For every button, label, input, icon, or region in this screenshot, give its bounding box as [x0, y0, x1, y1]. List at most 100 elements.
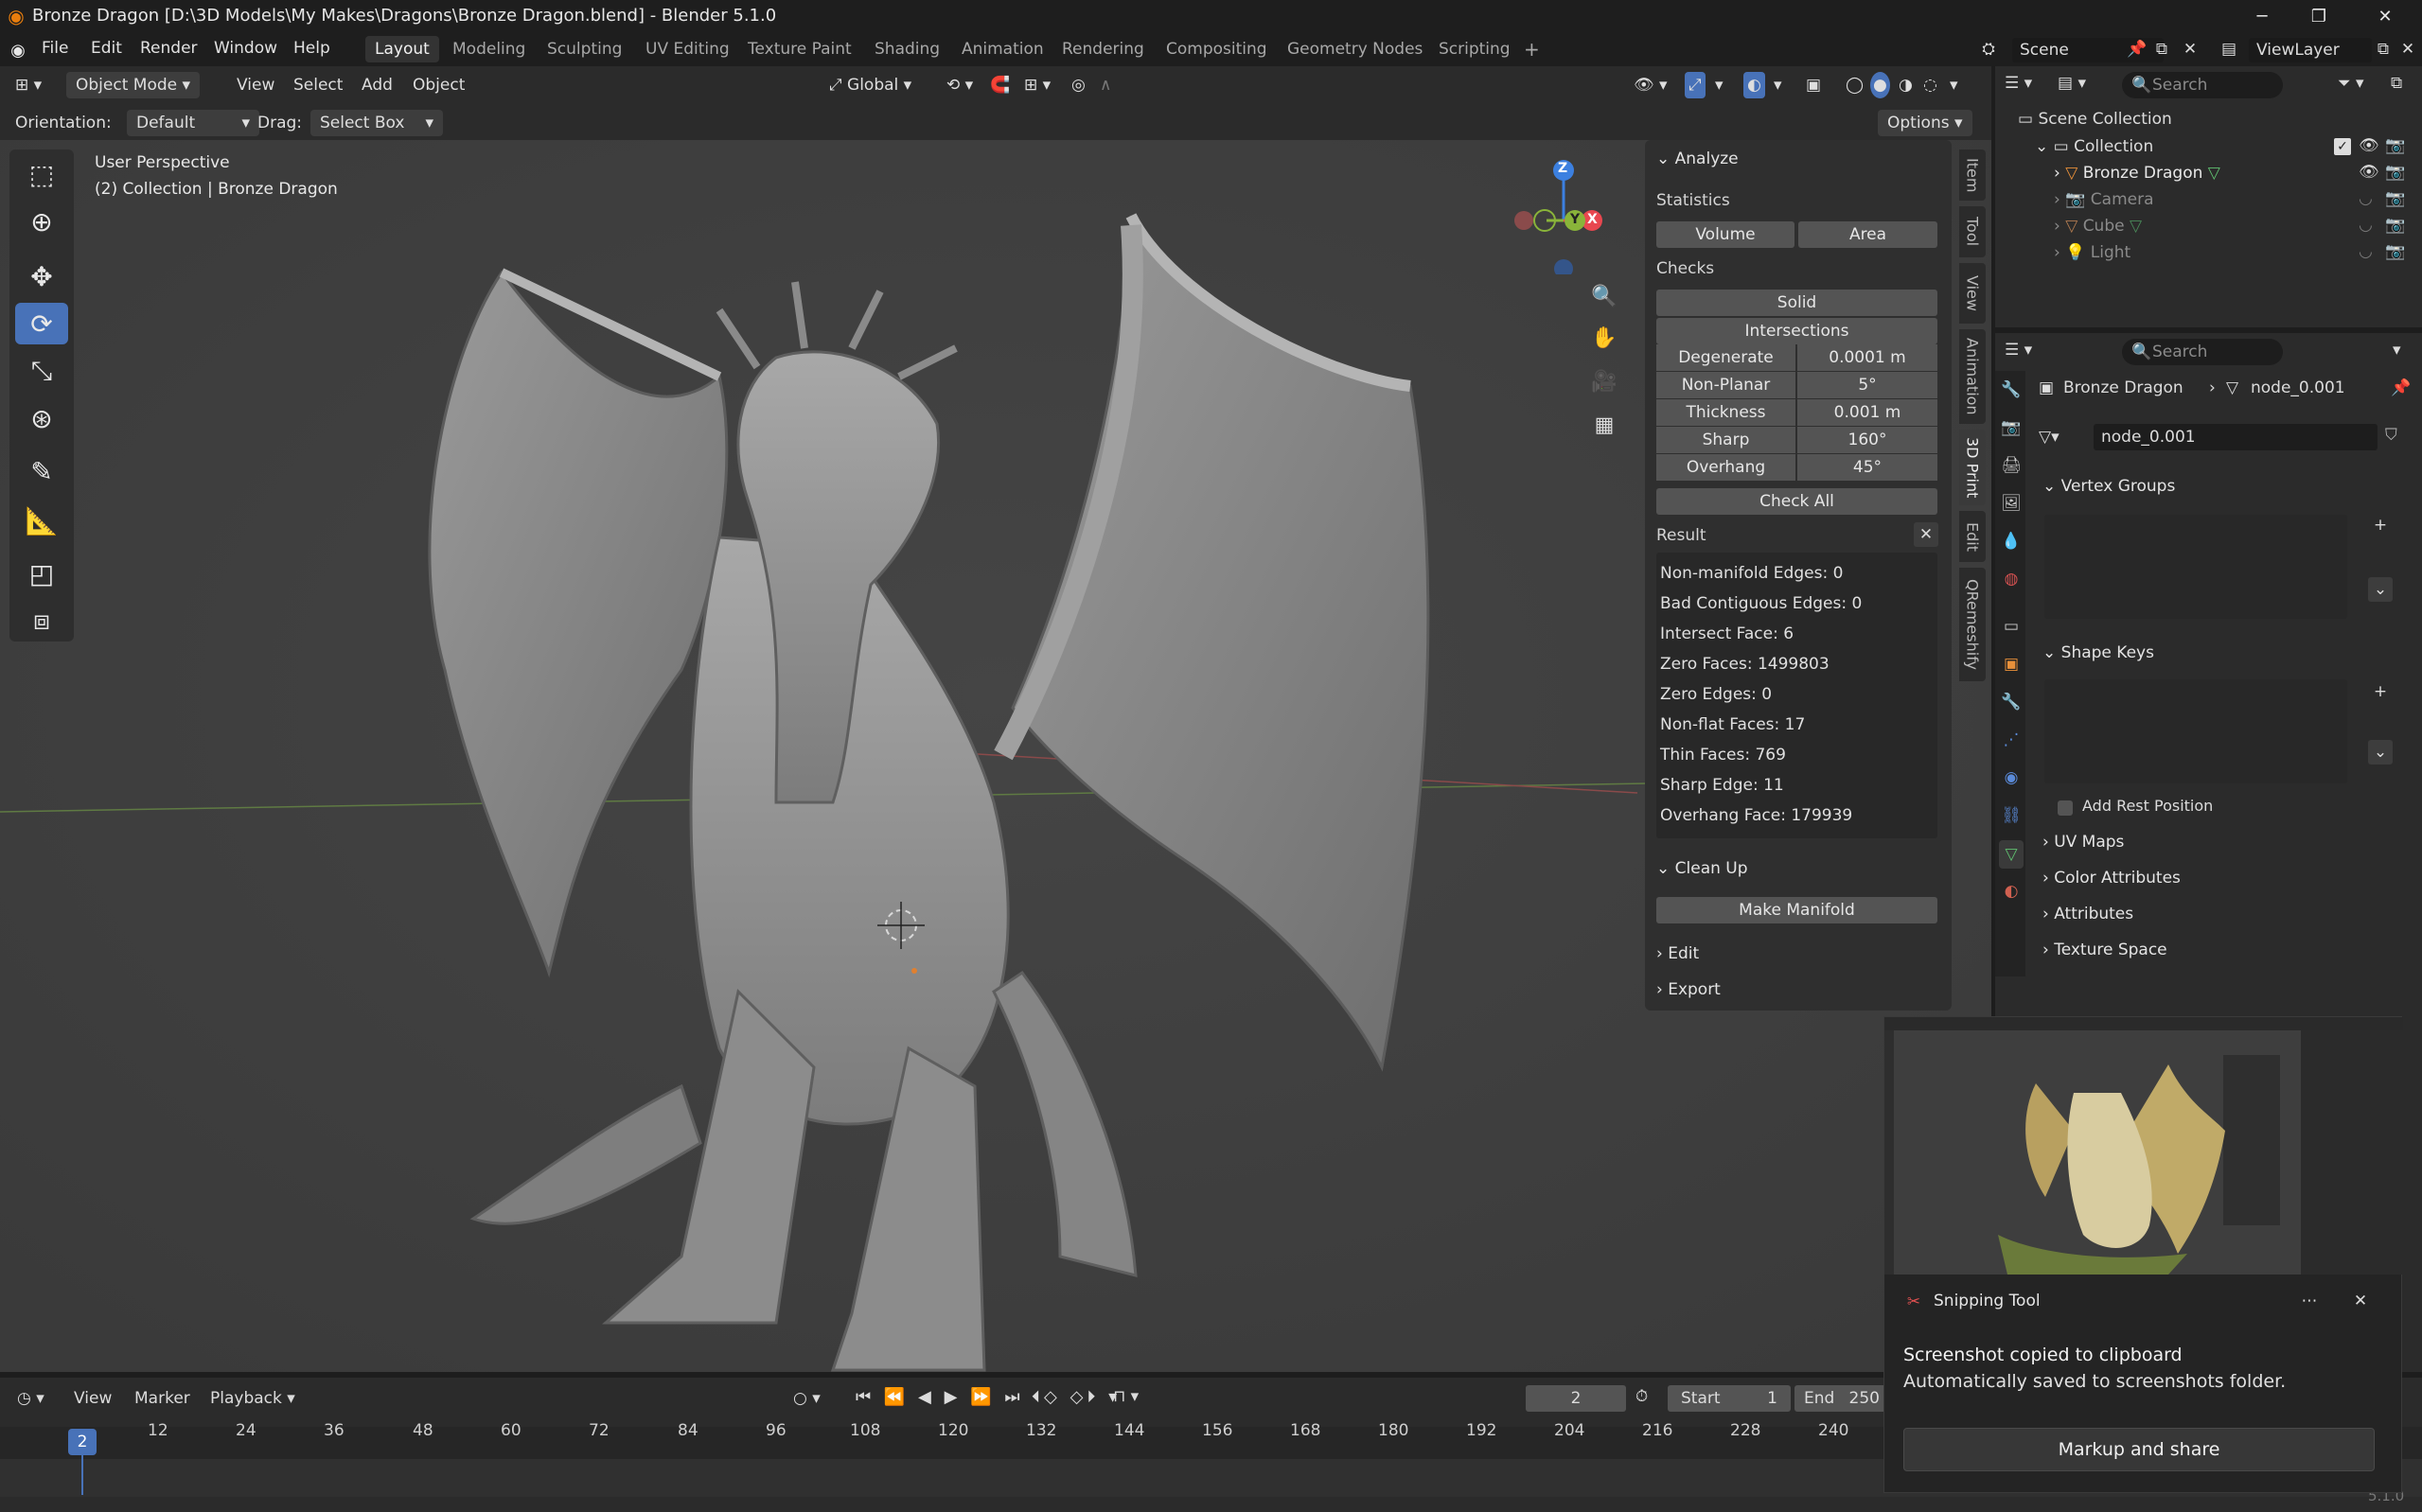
shape-key-menu-icon[interactable]: ⌄ [2368, 740, 2393, 765]
vertex-groups-header[interactable]: ⌄ Vertex Groups [2042, 477, 2175, 496]
screenshot-thumbnail[interactable] [1884, 1017, 2403, 1275]
proportional-edit-icon[interactable]: ◎ [1071, 72, 1086, 98]
result-item[interactable]: Sharp Edge: 11 [1660, 776, 1784, 795]
viewport-menu-object[interactable]: Object [413, 72, 465, 98]
timeline-menu-playback[interactable]: Playback ▾ [210, 1389, 295, 1408]
intersections-button[interactable]: Intersections [1656, 318, 1937, 344]
zoom-icon[interactable]: 🔍 [1588, 280, 1620, 312]
transform-tool-icon[interactable]: ⊛ [15, 397, 68, 439]
hidden-eye-icon[interactable]: ◡ [2359, 242, 2373, 261]
outliner-item-camera[interactable]: › 📷 Camera [2054, 190, 2154, 209]
outliner-item-cube[interactable]: › ▽ Cube ▽ [2054, 217, 2142, 236]
xray-icon[interactable]: ▣ [1806, 72, 1821, 98]
record-icon[interactable]: ○ ▾ [793, 1389, 821, 1408]
shading-material-icon[interactable]: ◑ [1899, 72, 1913, 98]
add-workspace-button[interactable]: + [1514, 36, 1549, 62]
playback-controls[interactable]: ⏮ ⏪ ◀ ▶ ⏩ ⏭ [856, 1387, 1024, 1407]
vertex-group-menu-icon[interactable]: ⌄ [2368, 577, 2393, 602]
thickness-value[interactable]: 0.001 m [1797, 399, 1937, 426]
result-item[interactable]: Overhang Face: 179939 [1660, 806, 1852, 825]
close-window-button[interactable]: ✕ [2357, 0, 2413, 32]
object-tab-icon[interactable]: ▣ [2001, 655, 2022, 674]
collection-row[interactable]: ⌄ ▭ Collection [2035, 137, 2153, 156]
scene-icon[interactable]: ⛭ [1974, 38, 2003, 61]
world-tab-icon[interactable]: ◍ [2001, 570, 2022, 589]
solid-button[interactable]: Solid [1656, 290, 1937, 316]
menu-edit[interactable]: Edit [91, 39, 122, 58]
add-vertex-group-icon[interactable]: + [2368, 513, 2393, 537]
material-tab-icon[interactable]: ◐ [2001, 882, 2022, 901]
timeline-menu-marker[interactable]: Marker [134, 1389, 190, 1408]
move-tool-icon[interactable]: ✥ [15, 255, 68, 297]
snap-target-icon[interactable]: ⊞ ▾ [1024, 72, 1051, 98]
visibility-icon[interactable]: 👁 ▾ [1634, 72, 1668, 98]
texture-space-header[interactable]: › Texture Space [2042, 941, 2167, 959]
tab-scripting[interactable]: Scripting [1429, 36, 1520, 62]
tab-compositing[interactable]: Compositing [1157, 36, 1277, 62]
transform-orientation-dropdown[interactable]: ⤢ Global ▾ [829, 72, 911, 98]
keyframe-jump-controls[interactable]: ⏴◇ ◇⏵ ▾ [1032, 1387, 1121, 1407]
shading-wireframe-icon[interactable]: ◯ [1846, 72, 1864, 98]
view-layer-tab-icon[interactable]: 🖼 [2001, 494, 2022, 513]
object-mode-dropdown[interactable]: Object Mode ▾ [66, 72, 201, 98]
overhang-button[interactable]: Overhang [1656, 454, 1797, 481]
tab-3d-print[interactable]: 3D Print [1959, 430, 1986, 505]
overlays-toggle-icon[interactable]: ◐ [1743, 72, 1765, 98]
delete-scene-icon[interactable]: ✕ [2179, 38, 2201, 61]
snap-icon[interactable]: 🧲 [990, 72, 1010, 98]
analyze-header[interactable]: ⌄ Analyze [1656, 149, 1739, 168]
tab-item[interactable]: Item [1959, 149, 1986, 201]
cursor-tool-icon[interactable]: ⊕ [15, 201, 68, 242]
auto-keying-icon[interactable]: ⊓ ▾ [1113, 1387, 1139, 1406]
add-rest-position-checkbox[interactable] [2058, 800, 2073, 816]
overlays-dropdown-icon[interactable]: ▾ [1774, 72, 1782, 98]
render-camera-icon[interactable]: 📷 [2385, 216, 2405, 235]
scene-tab-icon[interactable]: 💧 [2001, 532, 2022, 551]
tab-sculpting[interactable]: Sculpting [538, 36, 631, 62]
more-options-icon[interactable]: ⋯ [2295, 1292, 2324, 1310]
blender-menu-icon[interactable]: ◉ [8, 40, 28, 61]
current-frame-field[interactable]: 2 [1526, 1385, 1626, 1412]
degenerate-field[interactable]: Degenerate 0.0001 m [1656, 344, 1937, 371]
viewport-menu-add[interactable]: Add [362, 72, 393, 98]
shading-solid-icon[interactable]: ● [1870, 72, 1890, 98]
pivot-point-icon[interactable]: ⟲ ▾ [946, 72, 973, 98]
playhead-frame[interactable]: 2 [68, 1429, 97, 1455]
export-header[interactable]: › Export [1656, 980, 1721, 999]
fake-user-shield-icon[interactable]: ⛉ [2385, 426, 2397, 445]
non-planar-field[interactable]: Non-Planar 5° [1656, 372, 1937, 398]
degenerate-value[interactable]: 0.0001 m [1797, 344, 1937, 371]
sharp-button[interactable]: Sharp [1656, 427, 1797, 453]
tool-tab-icon[interactable]: 🔧 [2001, 380, 2022, 399]
annotate-tool-icon[interactable]: ✎ [15, 450, 68, 492]
pan-hand-icon[interactable]: ✋ [1588, 322, 1620, 354]
overhang-field[interactable]: Overhang 45° [1656, 454, 1937, 481]
area-button[interactable]: Area [1798, 221, 1937, 248]
display-mode-icon[interactable]: ▤ ▾ [2058, 74, 2086, 93]
options-dropdown[interactable]: Options ▾ [1878, 110, 1972, 136]
start-frame-field[interactable]: Start 1 [1668, 1385, 1791, 1412]
new-scene-icon[interactable]: ⧉ [2150, 38, 2173, 61]
volume-button[interactable]: Volume [1656, 221, 1794, 248]
markup-and-share-button[interactable]: Markup and share [1903, 1428, 2375, 1471]
viewport-menu-view[interactable]: View [237, 72, 274, 98]
render-tab-icon[interactable]: 📷 [2001, 418, 2022, 437]
thickness-field[interactable]: Thickness 0.001 m [1656, 399, 1937, 426]
rotate-tool-icon[interactable]: ⟳ [15, 303, 68, 344]
hidden-eye-icon[interactable]: ◡ [2359, 189, 2373, 208]
result-item[interactable]: Zero Edges: 0 [1660, 685, 1772, 704]
outliner-editor-icon[interactable]: ☰ ▾ [2005, 74, 2032, 93]
viewlayer-icon[interactable]: ▤ [2215, 38, 2243, 61]
tab-rendering[interactable]: Rendering [1052, 36, 1154, 62]
mesh-browse-icon[interactable]: ▽▾ [2039, 428, 2060, 447]
camera-view-icon[interactable]: 🎥 [1588, 365, 1620, 397]
result-item[interactable]: Thin Faces: 769 [1660, 746, 1786, 765]
shape-keys-header[interactable]: ⌄ Shape Keys [2042, 643, 2154, 662]
tab-tool[interactable]: Tool [1959, 206, 1986, 257]
pin-icon[interactable]: 📌 [2391, 378, 2411, 397]
orientation-dropdown[interactable]: Default ▾ [127, 110, 259, 136]
particles-tab-icon[interactable]: ⋰ [2001, 730, 2022, 749]
check-all-button[interactable]: Check All [1656, 488, 1937, 515]
tab-animation[interactable]: Animation [952, 36, 1053, 62]
tab-shading[interactable]: Shading [865, 36, 949, 62]
